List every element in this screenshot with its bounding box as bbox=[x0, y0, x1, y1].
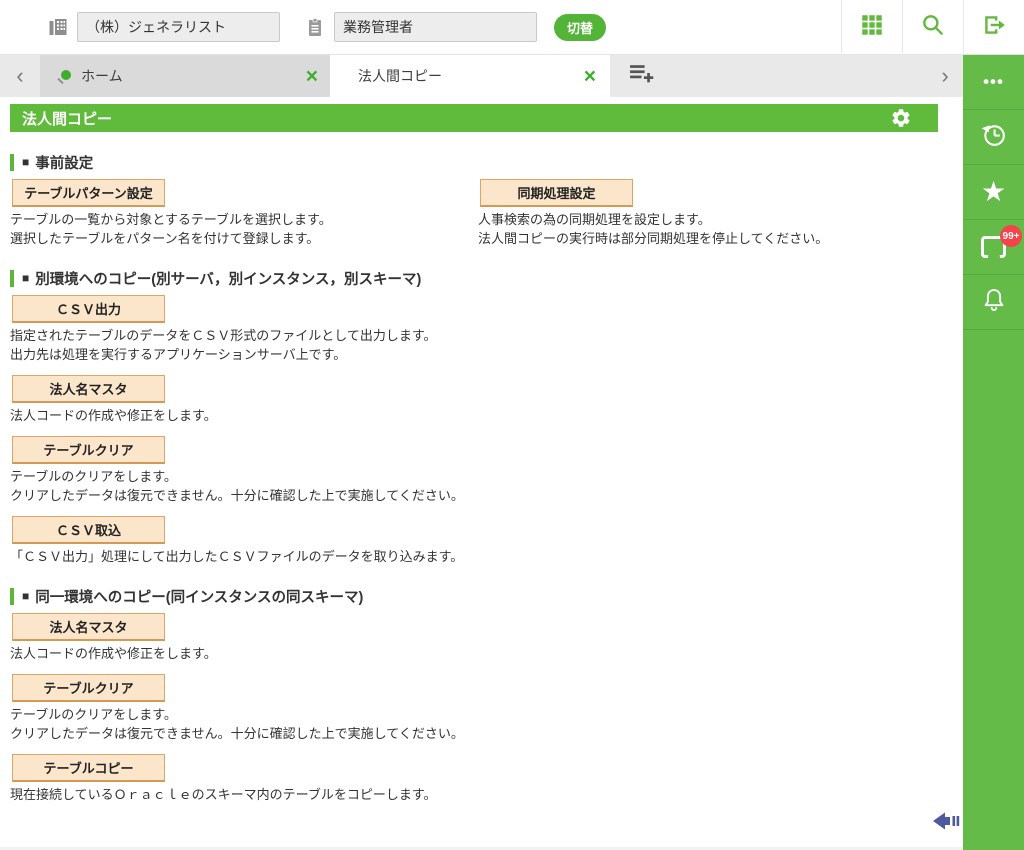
function-description: テーブルのクリアをします。 bbox=[10, 469, 177, 484]
add-tab-icon[interactable] bbox=[628, 61, 655, 91]
company-input[interactable] bbox=[77, 12, 280, 42]
function-item: テーブルクリア テーブルのクリアをします。 クリアしたデータは復元できません。十… bbox=[10, 674, 953, 743]
logout-button[interactable] bbox=[963, 0, 1024, 55]
switch-button[interactable]: 切替 bbox=[554, 13, 607, 41]
function-item: 法人名マスタ 法人コードの作成や修正をします。 bbox=[10, 375, 953, 425]
table-pattern-settings-button[interactable]: テーブルパターン設定 bbox=[12, 179, 165, 207]
function-description: クリアしたデータは復元できません。十分に確認した上で実施してください。 bbox=[10, 726, 464, 741]
section-title: 事前設定 bbox=[35, 155, 94, 172]
logout-icon bbox=[981, 12, 1007, 43]
table-copy-button[interactable]: テーブルコピー bbox=[12, 754, 165, 782]
search-button[interactable] bbox=[902, 0, 963, 55]
function-item: ＣＳＶ出力 指定されたテーブルのデータをＣＳＶ形式のファイルとして出力します。 … bbox=[10, 295, 953, 364]
function-description: テーブルの一覧から対象とするテーブルを選択します。 bbox=[10, 212, 332, 227]
section-heading: ■ 事前設定 bbox=[10, 152, 953, 172]
section-copy-same-env: ■ 同一環境へのコピー(同インスタンスの同スキーマ) 法人名マスタ 法人コードの… bbox=[10, 586, 953, 804]
tabs-next-button[interactable]: › bbox=[927, 55, 963, 97]
csv-import-button[interactable]: ＣＳＶ取込 bbox=[12, 516, 165, 544]
bell-icon bbox=[979, 285, 1009, 320]
function-description: 出力先は処理を実行するアプリケーションサーバ上です。 bbox=[10, 347, 347, 362]
section-bullet: ■ bbox=[22, 271, 30, 285]
apps-grid-icon bbox=[859, 12, 885, 43]
tabs-prev-button[interactable]: ‹ bbox=[0, 55, 40, 97]
section-heading: ■ 別環境へのコピー(別サーバ，別インスタンス，別スキーマ) bbox=[10, 268, 953, 288]
clipboard-icon bbox=[304, 16, 326, 38]
function-description: 法人コードの作成や修正をします。 bbox=[10, 646, 217, 661]
history-button[interactable] bbox=[963, 110, 1024, 165]
section-accent-bar bbox=[10, 153, 14, 171]
favorites-button[interactable]: ★ bbox=[963, 165, 1024, 220]
section-copy-other-env: ■ 別環境へのコピー(別サーバ，別インスタンス，別スキーマ) ＣＳＶ出力 指定さ… bbox=[10, 268, 953, 566]
section-heading: ■ 同一環境へのコピー(同インスタンスの同スキーマ) bbox=[10, 586, 953, 606]
function-description: クリアしたデータは復元できません。十分に確認した上で実施してください。 bbox=[10, 488, 464, 503]
section-pre-settings: ■ 事前設定 テーブルパターン設定 テーブルの一覧から対象とするテーブルを選択し… bbox=[10, 152, 953, 248]
function-description: 選択したテーブルをパターン名を付けて登録します。 bbox=[10, 231, 320, 246]
pin-icon bbox=[57, 69, 71, 84]
tab-bar: ‹ ホーム × 法人間コピー × › bbox=[0, 55, 963, 97]
corporate-name-master-button[interactable]: 法人名マスタ bbox=[12, 375, 165, 403]
page-title-bar: 法人間コピー bbox=[10, 104, 938, 132]
section-title: 別環境へのコピー(別サーバ，別インスタンス，別スキーマ) bbox=[35, 271, 422, 288]
search-icon bbox=[920, 12, 946, 43]
section-bullet: ■ bbox=[22, 155, 30, 169]
history-icon bbox=[979, 120, 1009, 155]
function-description: 法人コードの作成や修正をします。 bbox=[10, 408, 217, 423]
function-description: 指定されたテーブルのデータをＣＳＶ形式のファイルとして出力します。 bbox=[10, 328, 437, 343]
csv-export-button[interactable]: ＣＳＶ出力 bbox=[12, 295, 165, 323]
page-title: 法人間コピー bbox=[22, 110, 113, 128]
star-icon: ★ bbox=[980, 176, 1007, 207]
right-sidebar: ••• ★ 99+ bbox=[963, 55, 1024, 850]
apps-grid-button[interactable] bbox=[841, 0, 902, 55]
function-item: 同期処理設定 人事検索の為の同期処理を設定します。 法人間コピーの実行時は部分同… bbox=[478, 179, 953, 248]
role-input[interactable] bbox=[334, 12, 537, 42]
section-title: 同一環境へのコピー(同インスタンスの同スキーマ) bbox=[35, 589, 364, 606]
function-item: テーブルパターン設定 テーブルの一覧から対象とするテーブルを選択します。 選択し… bbox=[10, 179, 478, 248]
top-header: 切替 bbox=[0, 0, 1024, 55]
corporate-name-master-button-2[interactable]: 法人名マスタ bbox=[12, 613, 165, 641]
function-item: ＣＳＶ取込 「ＣＳＶ出力」処理にして出力したＣＳＶファイルのデータを取り込みます… bbox=[10, 516, 953, 566]
function-item: テーブルコピー 現在接続しているＯｒａｃｌｅのスキーマ内のテーブルをコピーします… bbox=[10, 754, 953, 804]
ellipsis-icon: ••• bbox=[983, 72, 1004, 91]
section-accent-bar bbox=[10, 587, 14, 605]
close-icon[interactable]: × bbox=[306, 66, 318, 87]
notification-badge: 99+ bbox=[1000, 225, 1022, 247]
table-clear-button[interactable]: テーブルクリア bbox=[12, 436, 165, 464]
section-accent-bar bbox=[10, 269, 14, 287]
tab-home[interactable]: ホーム × bbox=[40, 55, 330, 97]
alerts-button[interactable] bbox=[963, 275, 1024, 330]
function-description: 現在接続しているＯｒａｃｌｅのスキーマ内のテーブルをコピーします。 bbox=[10, 787, 437, 802]
function-item: テーブルクリア テーブルのクリアをします。 クリアしたデータは復元できません。十… bbox=[10, 436, 953, 505]
close-icon[interactable]: × bbox=[584, 66, 596, 87]
gear-icon[interactable] bbox=[890, 107, 912, 129]
tab-bar-spacer bbox=[655, 55, 927, 97]
collapse-left-arrow-icon[interactable] bbox=[933, 810, 961, 832]
more-options-button[interactable]: ••• bbox=[963, 55, 1024, 110]
tab-label: ホーム bbox=[81, 68, 123, 84]
function-description: 法人間コピーの実行時は部分同期処理を停止してください。 bbox=[478, 231, 829, 246]
building-icon bbox=[47, 16, 69, 38]
tab-label: 法人間コピー bbox=[358, 68, 442, 84]
sync-process-settings-button[interactable]: 同期処理設定 bbox=[480, 179, 633, 207]
function-item: 法人名マスタ 法人コードの作成や修正をします。 bbox=[10, 613, 953, 663]
function-description: 人事検索の為の同期処理を設定します。 bbox=[478, 212, 711, 227]
tab-corporate-copy[interactable]: 法人間コピー × bbox=[330, 55, 610, 97]
section-bullet: ■ bbox=[22, 589, 30, 603]
function-description: テーブルのクリアをします。 bbox=[10, 707, 177, 722]
function-description: 「ＣＳＶ出力」処理にして出力したＣＳＶファイルのデータを取り込みます。 bbox=[10, 549, 464, 564]
main-content: 法人間コピー ■ 事前設定 テーブルパターン設定 テーブルの一覧から対象とするテ… bbox=[0, 97, 963, 847]
table-clear-button-2[interactable]: テーブルクリア bbox=[12, 674, 165, 702]
notifications-button[interactable]: 99+ bbox=[963, 220, 1024, 275]
